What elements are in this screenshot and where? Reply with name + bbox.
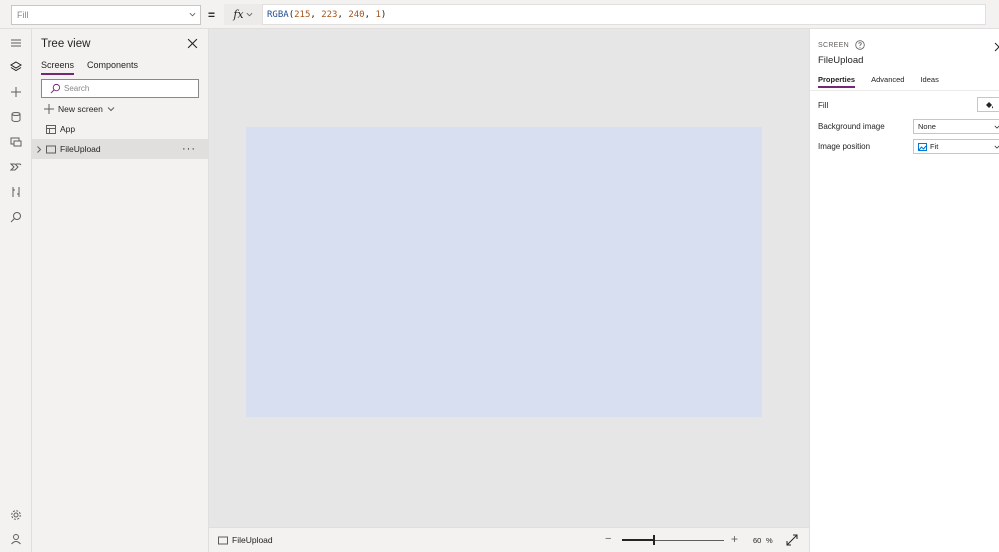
settings-gear-icon[interactable]: [8, 507, 23, 522]
current-screen-label: FileUpload: [232, 535, 273, 545]
tree-item-label: FileUpload: [60, 144, 101, 154]
image-icon: [918, 142, 927, 151]
tab-advanced[interactable]: Advanced: [871, 75, 904, 88]
insert-plus-icon[interactable]: [8, 84, 23, 99]
zoom-out-button[interactable]: −: [605, 533, 611, 545]
canvas-area: [209, 29, 809, 527]
zoom-in-button[interactable]: +: [731, 532, 738, 546]
tab-screens[interactable]: Screens: [41, 60, 75, 75]
new-screen-label: New screen: [58, 104, 103, 114]
control-kind: SCREEN: [818, 40, 865, 50]
chevron-down-icon: [189, 12, 196, 17]
chevron-down-icon: [994, 145, 999, 149]
tree-item-fileupload[interactable]: FileUpload ···: [32, 139, 208, 159]
fit-to-window-icon[interactable]: [786, 534, 798, 546]
image-position-dropdown[interactable]: Fit: [913, 139, 999, 154]
equals-sign: =: [208, 8, 216, 22]
fx-button[interactable]: fx: [224, 4, 262, 25]
zoom-slider-fill: [622, 539, 653, 541]
chevron-down-icon: [107, 107, 115, 112]
close-icon[interactable]: [187, 38, 198, 49]
tree-tabs: Screens Components: [41, 60, 138, 75]
new-screen-button[interactable]: New screen: [44, 102, 115, 116]
properties-panel: SCREEN FileUpload Properties Advanced Id…: [809, 29, 999, 552]
image-position-label: Image position: [818, 142, 871, 151]
background-image-value: None: [918, 122, 936, 131]
chevron-down-icon: [246, 12, 253, 17]
search-icon[interactable]: [8, 209, 23, 224]
power-automate-icon[interactable]: [8, 159, 23, 174]
background-image-label: Background image: [818, 122, 885, 131]
plus-icon: [44, 104, 54, 114]
divider: [810, 90, 999, 91]
hamburger-icon[interactable]: [8, 35, 23, 50]
search-placeholder: Search: [64, 84, 90, 93]
zoom-unit: %: [766, 536, 773, 545]
fill-color-picker[interactable]: [977, 97, 999, 112]
data-cylinder-icon[interactable]: [8, 109, 23, 124]
formula-token-num: 240: [348, 9, 365, 20]
formula-bar: Fill = fx RGBA(215, 223, 240, 1): [0, 0, 999, 29]
current-screen-indicator[interactable]: FileUpload: [218, 535, 273, 545]
more-options-icon[interactable]: ···: [182, 143, 196, 155]
formula-token-num: 223: [321, 9, 338, 20]
formula-input[interactable]: RGBA(215, 223, 240, 1): [262, 4, 986, 25]
tab-ideas[interactable]: Ideas: [920, 75, 938, 88]
formula-token-fn: RGBA: [267, 9, 289, 20]
background-image-dropdown[interactable]: None: [913, 119, 999, 134]
fx-icon: fx: [233, 8, 244, 21]
search-icon: [50, 83, 61, 94]
variables-icon[interactable]: [8, 184, 23, 199]
app-icon: [46, 124, 56, 134]
properties-tabs: Properties Advanced Ideas: [818, 75, 939, 88]
help-icon[interactable]: [855, 40, 865, 50]
image-position-value: Fit: [930, 142, 939, 151]
tree-item-app[interactable]: App: [32, 119, 208, 139]
chevron-down-icon: [994, 125, 999, 129]
left-rail: [0, 29, 32, 552]
property-dropdown-value: Fill: [17, 10, 29, 20]
chevron-right-icon[interactable]: [36, 145, 42, 153]
screen-canvas[interactable]: [246, 127, 762, 417]
property-dropdown[interactable]: Fill: [11, 5, 201, 25]
control-kind-label: SCREEN: [818, 41, 849, 49]
formula-token-punc: ,: [310, 9, 322, 20]
tab-properties[interactable]: Properties: [818, 75, 856, 88]
screen-icon: [46, 145, 56, 153]
virtual-agent-icon[interactable]: [8, 531, 23, 546]
tree-view-panel: Tree view Screens Components Search New …: [32, 29, 209, 552]
screen-icon: [218, 536, 228, 544]
tree-item-label: App: [60, 124, 76, 134]
tree-view-title: Tree view: [41, 38, 91, 50]
tab-components[interactable]: Components: [87, 60, 138, 75]
fill-label: Fill: [818, 101, 829, 110]
layers-icon[interactable]: [8, 59, 23, 74]
close-icon[interactable]: [994, 42, 999, 52]
zoom-slider-thumb[interactable]: [653, 535, 655, 545]
tree-search-input[interactable]: Search: [41, 79, 199, 98]
formula-token-punc: ,: [364, 9, 376, 20]
media-icon[interactable]: [8, 134, 23, 149]
formula-token-num: 215: [294, 9, 311, 20]
bottom-status-bar: FileUpload − + 60 %: [209, 527, 809, 552]
formula-token-punc: ): [380, 9, 387, 20]
formula-token-punc: ,: [337, 9, 349, 20]
control-name[interactable]: FileUpload: [818, 55, 863, 66]
zoom-value: 60: [753, 536, 762, 545]
paint-bucket-icon: [985, 101, 993, 108]
